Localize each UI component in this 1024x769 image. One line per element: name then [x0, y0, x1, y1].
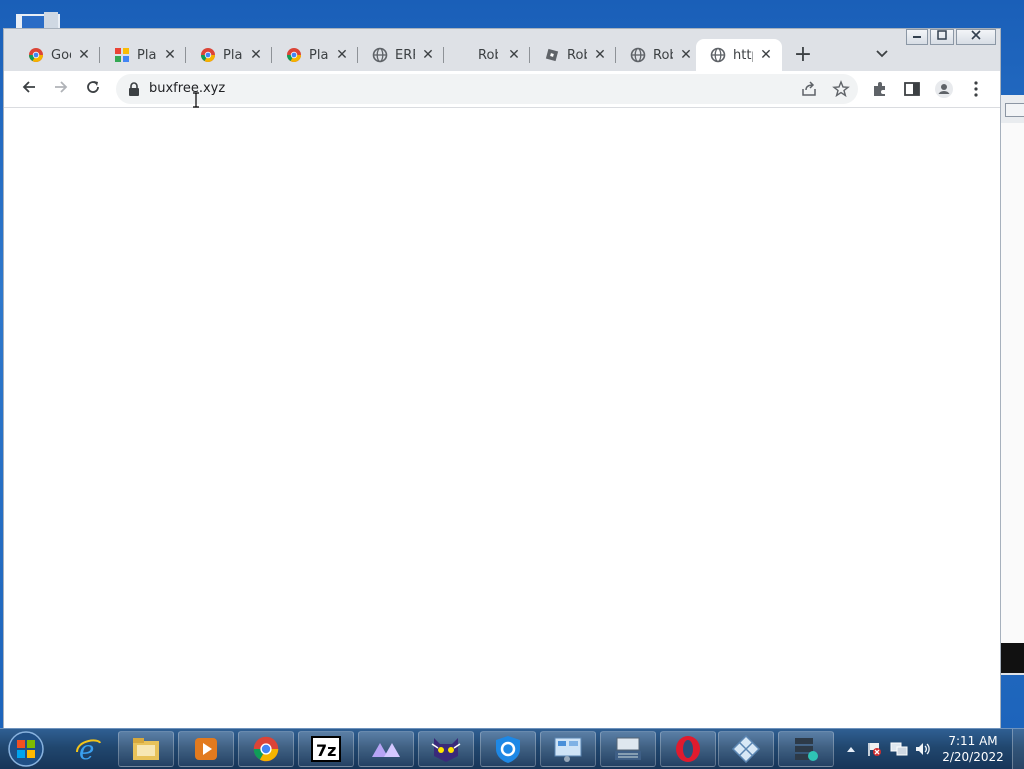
close-tab-icon[interactable]: ✕	[420, 47, 436, 63]
play-grid-icon	[115, 48, 129, 62]
clock-time: 7:11 AM	[948, 734, 998, 748]
back-arrow-icon[interactable]	[16, 77, 42, 103]
taskbar: e 7z 7:11 AM 2/20/2022	[0, 728, 1024, 769]
triangles-icon	[372, 743, 400, 757]
close-tab-icon[interactable]: ✕	[76, 47, 92, 63]
background-window-edge	[1000, 95, 1024, 675]
globe-icon	[710, 47, 726, 63]
internet-explorer-icon: e	[76, 736, 101, 764]
tab-title: Rob	[653, 47, 673, 63]
opera-icon	[676, 736, 700, 762]
side-panel-icon[interactable]	[902, 79, 922, 99]
taskbar-control-panel[interactable]	[540, 731, 596, 767]
show-hidden-icons-icon[interactable]	[846, 745, 856, 753]
media-player-icon	[195, 738, 217, 760]
shield-icon	[496, 736, 520, 763]
globe-icon	[372, 47, 388, 63]
close-tab-icon[interactable]: ✕	[162, 47, 178, 63]
chrome-icon	[253, 736, 279, 762]
browser-toolbar: buxfree.xyz	[4, 71, 1000, 108]
taskbar-diamond-app[interactable]	[718, 731, 774, 767]
tab-title: Goo	[51, 47, 71, 63]
forward-arrow-icon[interactable]	[48, 77, 74, 103]
chrome-icon	[29, 48, 43, 62]
cat-icon	[431, 738, 461, 762]
reload-icon[interactable]	[80, 77, 106, 103]
text-cursor-icon	[193, 92, 199, 108]
window-close-button[interactable]	[956, 29, 996, 45]
tab-title: Rob	[567, 47, 587, 63]
bookmark-star-icon[interactable]	[832, 80, 850, 98]
show-desktop-button[interactable]	[1012, 729, 1024, 769]
action-center-flag-icon[interactable]	[866, 741, 882, 757]
minimize-button[interactable]	[906, 29, 928, 45]
taskbar-internet-explorer[interactable]: e	[60, 731, 116, 767]
tab-title: Rob	[478, 47, 498, 63]
close-tab-icon[interactable]: ✕	[506, 47, 522, 63]
taskbar-media-player[interactable]	[178, 731, 234, 767]
address-bar[interactable]: buxfree.xyz	[116, 74, 858, 104]
tab-search-icon[interactable]	[870, 43, 894, 67]
tab-title: ERR	[395, 47, 415, 63]
taskbar-server-app[interactable]	[778, 731, 834, 767]
share-icon[interactable]	[800, 80, 818, 98]
close-tab-icon[interactable]: ✕	[592, 47, 608, 63]
taskbar-chrome[interactable]	[238, 731, 294, 767]
globe-icon	[630, 47, 646, 63]
menu-dots-icon[interactable]	[966, 79, 986, 99]
svg-text:7z: 7z	[316, 741, 336, 760]
tab-0[interactable]: Goo ✕	[14, 39, 100, 71]
taskbar-opera[interactable]	[660, 731, 716, 767]
tab-4[interactable]: ERR ✕	[358, 39, 444, 71]
taskbar-clock[interactable]: 7:11 AM 2/20/2022	[935, 733, 1011, 765]
close-tab-icon[interactable]: ✕	[334, 47, 350, 63]
taskbar-file-explorer[interactable]	[118, 731, 174, 767]
diamond-grid-icon	[731, 734, 761, 764]
close-tab-icon[interactable]: ✕	[678, 47, 694, 63]
folder-icon	[133, 738, 159, 760]
tab-3[interactable]: Play ✕	[272, 39, 358, 71]
clock-date: 2/20/2022	[942, 750, 1004, 764]
tab-strip: Goo ✕ Play ✕ Play ✕ Play ✕ ERR ✕	[4, 29, 1000, 71]
taskbar-7zip[interactable]: 7z	[298, 731, 354, 767]
taskbar-cat-app[interactable]	[418, 731, 474, 767]
keyboard-icon	[615, 737, 641, 760]
7zip-icon: 7z	[311, 736, 341, 762]
close-tab-icon[interactable]: ✕	[758, 47, 774, 63]
tab-7[interactable]: Rob ✕	[616, 39, 702, 71]
tab-title: http	[733, 47, 753, 63]
tab-5[interactable]: Rob ✕	[444, 39, 530, 71]
url-text[interactable]: buxfree.xyz	[149, 81, 225, 96]
maximize-button[interactable]	[930, 29, 954, 45]
tab-1[interactable]: Play ✕	[100, 39, 186, 71]
tab-title: Play	[137, 47, 157, 63]
browser-window: Goo ✕ Play ✕ Play ✕ Play ✕ ERR ✕	[3, 28, 1001, 730]
network-icon[interactable]	[890, 741, 908, 757]
new-tab-button[interactable]: +	[790, 43, 816, 69]
extensions-puzzle-icon[interactable]	[870, 79, 890, 99]
chrome-icon	[201, 48, 215, 62]
lock-icon[interactable]	[128, 82, 140, 96]
chrome-icon	[287, 48, 301, 62]
tab-title: Play	[309, 47, 329, 63]
tab-title: Play	[223, 47, 243, 63]
roblox-icon	[545, 48, 559, 62]
taskbar-keyboard-app[interactable]	[600, 731, 656, 767]
taskbar-triangles-app[interactable]	[358, 731, 414, 767]
tab-2[interactable]: Play ✕	[186, 39, 272, 71]
tab-6[interactable]: Rob ✕	[530, 39, 616, 71]
volume-icon[interactable]	[914, 741, 932, 757]
page-content-blank[interactable]	[4, 108, 1000, 729]
control-panel-icon	[554, 737, 582, 762]
server-icon	[795, 738, 818, 761]
tab-8-active[interactable]: http ✕	[696, 39, 782, 71]
taskbar-shield-app[interactable]	[480, 731, 536, 767]
start-orb-icon[interactable]	[6, 730, 46, 768]
close-tab-icon[interactable]: ✕	[248, 47, 264, 63]
profile-avatar-icon[interactable]	[934, 79, 954, 99]
